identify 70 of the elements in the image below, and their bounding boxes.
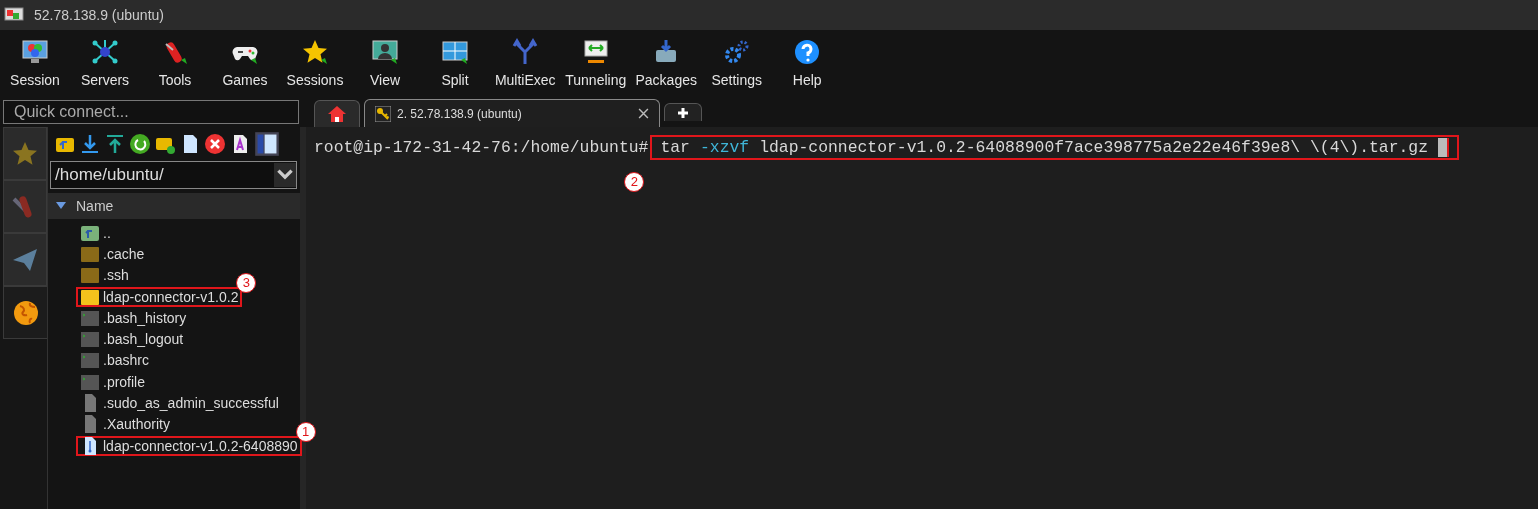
file-name[interactable]: .cache xyxy=(103,245,145,262)
terminal-file-icon xyxy=(80,330,100,349)
toolbar-button[interactable]: Games xyxy=(210,30,280,96)
callout-number: 3 xyxy=(236,272,257,293)
user-monitor-icon xyxy=(371,38,399,66)
file-name[interactable]: .profile xyxy=(103,373,146,390)
plus-icon xyxy=(677,106,689,119)
toolbar-button[interactable]: Packages xyxy=(631,30,702,96)
tunnel-icon xyxy=(581,38,610,66)
toolbar-button[interactable]: MultiExec xyxy=(490,30,561,96)
window-title: 52.78.138.9 (ubuntu) xyxy=(34,7,164,23)
help-icon xyxy=(793,38,822,66)
file-name[interactable]: .. xyxy=(103,224,111,241)
chevron-down-icon xyxy=(274,163,296,187)
callout-number: 1 xyxy=(295,421,316,442)
parent-folder-icon xyxy=(80,223,100,242)
command-text: tar xyxy=(660,138,690,157)
terminal-file-icon xyxy=(80,308,100,327)
file-name[interactable]: .ssh xyxy=(103,267,129,284)
download-icon[interactable] xyxy=(79,133,101,155)
toolbar-button[interactable]: Help xyxy=(772,30,843,96)
file-name[interactable]: .bashrc xyxy=(103,352,149,369)
file-name[interactable]: .sudo_as_admin_successful xyxy=(103,395,279,411)
file-name[interactable]: .bash_history xyxy=(103,309,187,326)
sidebar-tab[interactable] xyxy=(3,127,47,180)
fork-icon xyxy=(511,38,540,66)
folder-icon xyxy=(80,266,100,285)
terminal-file-icon xyxy=(80,372,100,391)
refresh-icon[interactable] xyxy=(129,133,151,155)
sidebar-tab[interactable] xyxy=(3,233,47,286)
globe-icon xyxy=(11,298,40,327)
star-icon xyxy=(301,38,329,66)
command-option: -xzvf xyxy=(699,138,750,157)
callout-number: 2 xyxy=(624,172,645,192)
monitor-icon xyxy=(21,38,49,66)
file-name[interactable]: ldap-connector-v1.0.2-6408890 xyxy=(103,437,298,454)
new-tab-button[interactable] xyxy=(664,103,702,121)
panel-view-icon[interactable] xyxy=(254,130,280,158)
toolbar-button[interactable]: Servers xyxy=(70,30,140,96)
toolbar-button[interactable]: Tools xyxy=(140,30,210,96)
close-icon[interactable] xyxy=(638,108,649,119)
file-name[interactable]: ldap-connector-v1.0.2 xyxy=(103,288,239,305)
toolbar-button[interactable]: Session xyxy=(0,30,70,96)
upload-icon[interactable] xyxy=(104,133,126,155)
delete-icon[interactable] xyxy=(204,133,226,155)
toolbar-button[interactable]: Tunneling xyxy=(560,30,631,96)
split-screen-icon xyxy=(441,38,469,66)
column-header[interactable]: Name xyxy=(48,193,300,219)
sort-triangle-icon xyxy=(56,202,66,210)
key-icon xyxy=(375,105,391,122)
session-tab[interactable]: 2. 52.78.138.9 (ubuntu) xyxy=(364,99,660,127)
toolbar-button[interactable]: View xyxy=(350,30,420,96)
sidebar-tab[interactable] xyxy=(3,286,47,339)
folder-icon xyxy=(80,287,100,306)
app-icon xyxy=(4,7,24,23)
file-name[interactable]: .Xauthority xyxy=(103,416,170,433)
toolbar-button[interactable]: Split xyxy=(420,30,490,96)
toolbar-button[interactable]: Settings xyxy=(701,30,772,96)
network-icon xyxy=(91,38,119,66)
toolbar-button[interactable]: Sessions xyxy=(280,30,350,96)
folder-icon xyxy=(80,244,100,263)
command-text: ldap-connector-v1.0.2-64088900f7ace398775a2e22e46f39e8\ \(4\).tar.gz xyxy=(759,138,1428,157)
terminal-file-icon xyxy=(80,351,100,370)
quick-connect-field[interactable]: Quick connect... xyxy=(3,100,299,124)
home-icon xyxy=(327,104,347,124)
settings-icon xyxy=(722,38,751,66)
shell-prompt: root@ip-172-31-42-76:/home/ubuntu# xyxy=(314,138,649,157)
home-tab[interactable] xyxy=(314,100,360,127)
file-name[interactable]: .bash_logout xyxy=(103,331,184,348)
path-dropdown[interactable]: /home/ubuntu/ xyxy=(50,161,297,189)
